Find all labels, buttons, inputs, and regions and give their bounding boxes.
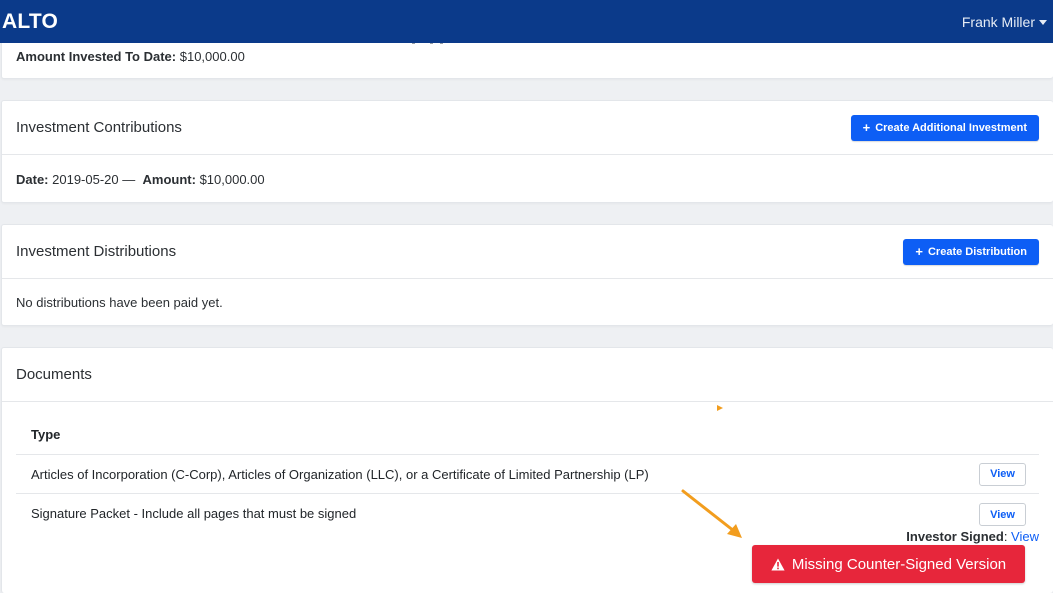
- table-row: Articles of Incorporation (C-Corp), Arti…: [16, 455, 1039, 494]
- user-menu-dropdown[interactable]: Frank Miller: [962, 14, 1053, 30]
- document-type: Articles of Incorporation (C-Corp), Arti…: [31, 466, 649, 482]
- contribution-amount-value: $10,000.00: [199, 172, 265, 187]
- distributions-title: Investment Distributions: [16, 243, 177, 260]
- contributions-header: Investment Contributions + Create Additi…: [2, 101, 1053, 155]
- plus-icon: +: [862, 120, 871, 135]
- investor-signed-label: Investor Signed: [906, 529, 1004, 544]
- create-distribution-button[interactable]: + Create Distribution: [903, 238, 1039, 265]
- distributions-header: Investment Distributions + Create Distri…: [2, 225, 1053, 279]
- contribution-date-label: Date:: [16, 172, 49, 187]
- caret-down-icon: [1039, 19, 1047, 25]
- contribution-date-value: 2019-05-20: [52, 172, 119, 187]
- missing-counter-signed-button[interactable]: Missing Counter-Signed Version: [752, 545, 1025, 583]
- investor-signed-view-link[interactable]: View: [1011, 529, 1039, 544]
- investment-contributions-card: Investment Contributions + Create Additi…: [1, 100, 1053, 203]
- documents-header: Documents: [2, 348, 1053, 402]
- amount-invested-value: $10,000.00: [179, 49, 245, 64]
- contribution-separator: —: [122, 172, 136, 187]
- plus-icon: +: [915, 244, 923, 259]
- distributions-empty-text: No distributions have been paid yet.: [16, 295, 223, 310]
- contributions-title: Investment Contributions: [16, 119, 182, 136]
- investment-distributions-card: Investment Distributions + Create Distri…: [1, 224, 1053, 326]
- document-actions: View Investor Signed: View: [906, 503, 1039, 544]
- warning-triangle-icon: [771, 558, 785, 570]
- create-distribution-label: Create Distribution: [927, 245, 1027, 258]
- contribution-amount-label: Amount:: [142, 172, 196, 187]
- documents-column-type: Type: [16, 402, 1039, 455]
- user-name: Frank Miller: [961, 13, 1035, 30]
- missing-counter-signed-label: Missing Counter-Signed Version: [791, 555, 1007, 573]
- investor-signed-status: Investor Signed: View: [906, 529, 1039, 544]
- top-navbar: ALTO Frank Miller: [0, 0, 1053, 43]
- documents-table: Type Articles of Incorporation (C-Corp),…: [16, 402, 1039, 544]
- contribution-entry: Date: 2019-05-20 — Amount: $10,000.00: [2, 155, 1053, 187]
- documents-title: Documents: [16, 366, 92, 383]
- view-document-button[interactable]: View: [979, 462, 1026, 486]
- document-type: Signature Packet - Include all pages tha…: [31, 506, 357, 521]
- create-additional-investment-button[interactable]: + Create Additional Investment: [850, 114, 1039, 141]
- amount-invested-label: Amount Invested To Date:: [16, 49, 177, 64]
- table-row: Signature Packet - Include all pages tha…: [16, 494, 1039, 544]
- brand-logo[interactable]: ALTO: [2, 10, 58, 34]
- view-document-button[interactable]: View: [979, 503, 1026, 526]
- create-additional-investment-label: Create Additional Investment: [875, 121, 1027, 134]
